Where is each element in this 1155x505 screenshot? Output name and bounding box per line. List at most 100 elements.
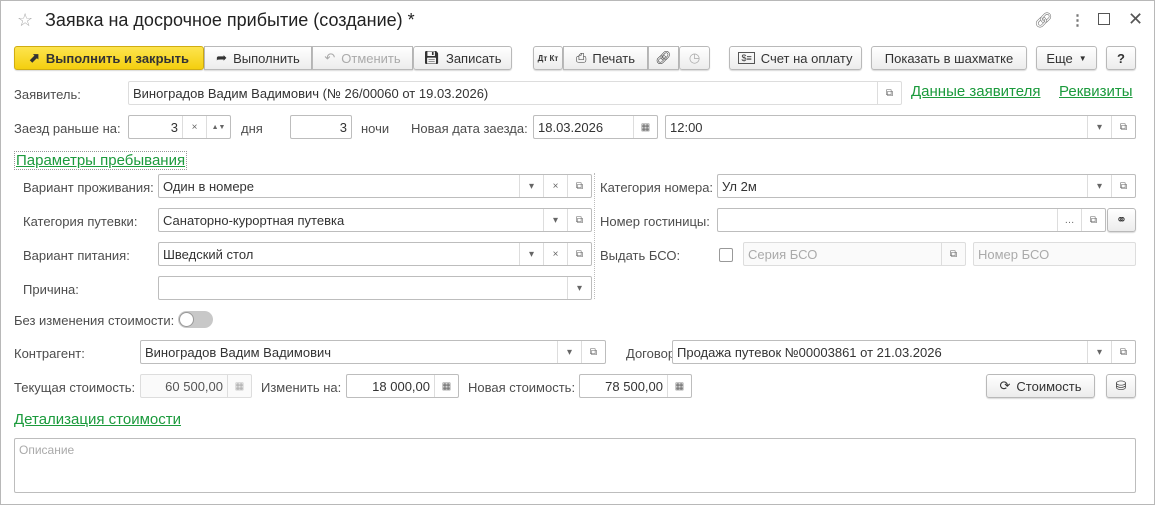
clear-icon[interactable]: × <box>543 175 567 197</box>
current-cost-input: 60 500,00 ▦ <box>140 374 252 398</box>
accommodation-select[interactable]: Один в номере ▾ × ⧉ <box>158 174 592 198</box>
new-cost-value: 78 500,00 <box>605 378 663 394</box>
room-category-select[interactable]: Ул 2м ▾ ⧉ <box>717 174 1136 198</box>
open-icon[interactable]: ⧉ <box>1111 341 1135 363</box>
printer-icon: ⎙ <box>576 50 587 65</box>
dropdown-icon[interactable]: ▾ <box>519 243 543 265</box>
new-date-input[interactable]: 18.03.2026 ▦ <box>533 115 658 139</box>
maximize-icon[interactable] <box>1098 13 1110 25</box>
chain-link-icon: 🔗︎ <box>655 50 672 65</box>
dtkt-button[interactable]: Дт Кт <box>533 46 563 70</box>
save-button[interactable]: 💾︎ Записать <box>413 46 512 70</box>
clear-icon[interactable]: × <box>182 116 206 138</box>
open-icon[interactable]: ⧉ <box>581 341 605 363</box>
voucher-value: Санаторно-курортная путевка <box>163 212 345 228</box>
contractor-value: Виноградов Вадим Вадимович <box>145 344 332 360</box>
open-icon[interactable]: ⧉ <box>567 209 591 231</box>
run-and-close-button[interactable]: ⬈ Выполнить и закрыть <box>14 46 204 70</box>
cost-button[interactable]: ⟳ Стоимость <box>986 374 1095 398</box>
calculator-icon[interactable]: ▦ <box>667 375 691 397</box>
window-title: Заявка на досрочное прибытие (создание) … <box>45 10 415 30</box>
bso-number-input[interactable]: Номер БСО <box>973 242 1136 266</box>
accommodation-value: Один в номере <box>163 178 255 194</box>
bso-series-placeholder: Серия БСО <box>748 246 818 262</box>
cancel-label: Отменить <box>341 50 401 66</box>
history-button[interactable]: ◷ <box>679 46 710 70</box>
applicant-label: Заявитель: <box>14 87 81 102</box>
cost-detail-link[interactable]: Детализация стоимости <box>14 411 181 428</box>
dropdown-icon[interactable]: ▾ <box>567 277 591 299</box>
print-button[interactable]: ⎙ Печать <box>563 46 648 70</box>
dropdown-icon[interactable]: ▾ <box>519 175 543 197</box>
cancel-button[interactable]: ↶ Отменить <box>312 46 413 70</box>
accommodation-label: Вариант проживания: <box>23 180 154 195</box>
more-menu-icon[interactable]: ⋮ <box>1070 11 1085 29</box>
reason-select[interactable]: ▾ <box>158 276 592 300</box>
close-icon[interactable]: ✕ <box>1128 9 1143 30</box>
clear-icon[interactable]: × <box>543 243 567 265</box>
voucher-select[interactable]: Санаторно-курортная путевка ▾ ⧉ <box>158 208 592 232</box>
open-icon[interactable]: ⧉ <box>877 82 901 104</box>
time-input[interactable]: 12:00 ▾ ⧉ <box>665 115 1136 139</box>
link-button[interactable]: 🔗︎ <box>648 46 679 70</box>
dropdown-icon[interactable]: ▾ <box>543 209 567 231</box>
new-cost-input[interactable]: 78 500,00 ▦ <box>579 374 692 398</box>
find-room-button[interactable]: ⚭ <box>1107 208 1136 232</box>
coins-button[interactable]: ⛁ <box>1106 374 1136 398</box>
cost-button-label: Стоимость <box>1016 378 1082 394</box>
dropdown-icon[interactable]: ▾ <box>557 341 581 363</box>
nights-input[interactable]: 3 <box>290 115 352 139</box>
forward-arrow-icon: ➦ <box>216 50 228 65</box>
invoice-icon: $≡ <box>738 52 755 64</box>
contractor-select[interactable]: Виноградов Вадим Вадимович ▾ ⧉ <box>140 340 606 364</box>
invoice-button[interactable]: $≡ Счет на оплату <box>729 46 862 70</box>
binoculars-icon: ⚭ <box>1116 212 1127 227</box>
current-cost-label: Текущая стоимость: <box>14 380 136 395</box>
open-icon[interactable]: ⧉ <box>1111 116 1135 138</box>
favorite-star-icon[interactable]: ☆ <box>17 10 33 31</box>
open-icon[interactable]: ⧉ <box>1111 175 1135 197</box>
show-in-chess-button[interactable]: Показать в шахматке <box>871 46 1027 70</box>
meal-select[interactable]: Шведский стол ▾ × ⧉ <box>158 242 592 266</box>
open-icon[interactable]: ⧉ <box>567 243 591 265</box>
run-button[interactable]: ➦ Выполнить <box>204 46 312 70</box>
dropdown-icon[interactable]: ▾ <box>1087 341 1111 363</box>
help-label: ? <box>1117 50 1125 66</box>
coins-icon: ⛁ <box>1115 378 1127 393</box>
applicant-field[interactable]: Виноградов Вадим Вадимович (№ 26/00060 о… <box>128 81 902 105</box>
contract-value: Продажа путевок №00003861 от 21.03.2026 <box>677 344 942 360</box>
spinner-icon[interactable]: ▲▼ <box>206 116 230 138</box>
change-by-input[interactable]: 18 000,00 ▦ <box>346 374 459 398</box>
open-icon[interactable]: ⧉ <box>941 243 965 265</box>
dropdown-icon[interactable]: ▾ <box>1087 116 1111 138</box>
days-unit: дня <box>241 121 263 136</box>
more-button[interactable]: Еще ▼ <box>1036 46 1097 70</box>
history-icon: ◷ <box>688 50 701 65</box>
requisites-link[interactable]: Реквизиты <box>1059 83 1133 100</box>
contract-select[interactable]: Продажа путевок №00003861 от 21.03.2026 ▾… <box>672 340 1136 364</box>
applicant-data-link[interactable]: Данные заявителя <box>911 83 1040 100</box>
open-icon[interactable]: ⧉ <box>1081 209 1105 231</box>
link-icon[interactable]: 🔗︎ <box>1034 11 1053 29</box>
description-textarea[interactable]: Описание <box>14 438 1136 493</box>
calculator-icon[interactable]: ▦ <box>434 375 458 397</box>
help-button[interactable]: ? <box>1106 46 1136 70</box>
room-category-label: Категория номера: <box>600 180 714 195</box>
days-input[interactable]: 3 × ▲▼ <box>128 115 231 139</box>
new-cost-label: Новая стоимость: <box>468 380 576 395</box>
run-label: Выполнить <box>233 50 300 66</box>
stay-params-section[interactable]: Параметры пребывания <box>14 151 188 170</box>
dropdown-icon[interactable]: ▾ <box>1087 175 1111 197</box>
run-close-label: Выполнить и закрыть <box>45 50 189 66</box>
open-icon[interactable]: ⧉ <box>567 175 591 197</box>
reason-label: Причина: <box>23 282 79 297</box>
bso-series-input[interactable]: Серия БСО ⧉ <box>743 242 966 266</box>
contract-label: Договор: <box>626 346 679 361</box>
no-change-toggle[interactable] <box>178 311 213 328</box>
ellipsis-icon[interactable]: … <box>1057 209 1081 231</box>
room-number-input[interactable]: … ⧉ <box>717 208 1106 232</box>
calendar-icon[interactable]: ▦ <box>633 116 657 138</box>
meal-label: Вариант питания: <box>23 248 130 263</box>
issue-bso-checkbox[interactable] <box>719 248 733 262</box>
floppy-icon: 💾︎ <box>423 50 440 65</box>
